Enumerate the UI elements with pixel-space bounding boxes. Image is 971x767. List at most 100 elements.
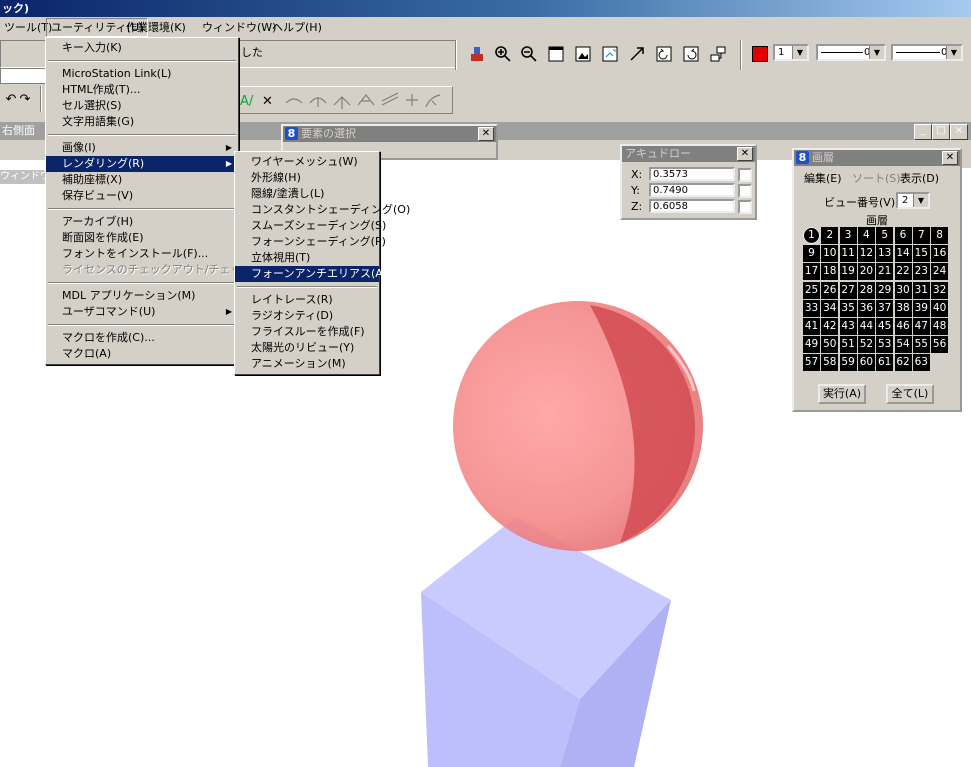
level-cell[interactable]: 60 [857,354,875,372]
weight-dropdown[interactable]: 1 ▼ [773,44,809,61]
key-in-field[interactable] [0,68,46,84]
level-cell[interactable]: 38 [894,299,912,317]
y-value-field[interactable]: 0.7490 [649,183,735,197]
level-cell[interactable]: 30 [894,281,912,299]
level-cell[interactable]: 31 [912,281,930,299]
close-icon[interactable]: ✕ [478,127,494,141]
level-cell[interactable]: 62 [894,354,912,372]
level-cell[interactable]: 33 [803,299,820,317]
level-cell[interactable]: 10 [821,245,839,263]
level-cell[interactable]: 5 [876,227,894,244]
menu-item-phong-shading[interactable]: フォーンシェーディング(P) [235,234,386,250]
menu-item-macros[interactable]: マクロ(A) [46,346,238,362]
maximize-icon[interactable]: □ [932,124,950,140]
menu-item-saved-views[interactable]: 保存ビュー(V) [46,188,238,204]
x-value-field[interactable]: 0.3573 [649,167,735,181]
level-cell[interactable]: 51 [839,336,857,354]
menu-item-html-author[interactable]: HTML作成(T)... [46,82,238,98]
menu-item-image[interactable]: 画像(I) ▶ [46,140,238,156]
apply-button[interactable]: 実行(A) [818,384,866,404]
level-cell[interactable]: 46 [894,318,912,335]
paint-brush-icon[interactable] [466,43,488,65]
level-cell[interactable]: 45 [876,318,894,335]
menu-item-smooth-shading[interactable]: スムーズシェーディング(S) [235,218,386,234]
level-cell[interactable]: 37 [876,299,894,317]
menu-item-license-checkout[interactable]: ライセンスのチェックアウト/チェックイン(N) [46,262,291,278]
menu-item-cell-selector[interactable]: セル選択(S) [46,98,238,114]
levels-menu-view[interactable]: 表示(D) [900,170,939,186]
level-cell[interactable]: 48 [931,318,949,335]
line-style-dropdown[interactable]: 0 ▼ [816,44,886,61]
level-cell[interactable]: 1 [803,227,820,244]
level-cell[interactable]: 14 [894,245,912,263]
level-cell[interactable]: 34 [821,299,839,317]
level-cell[interactable]: 32 [931,281,949,299]
menu-item-hidden-line[interactable]: 外形線(H) [235,170,379,186]
level-cell[interactable]: 59 [839,354,857,372]
chevron-down-icon[interactable]: ▼ [869,46,884,59]
level-cell[interactable]: 22 [894,263,912,281]
close-icon[interactable]: ✕ [942,151,958,165]
level-cell[interactable]: 13 [876,245,894,263]
levels-menu-edit[interactable]: 編集(E) [804,170,842,186]
chevron-down-icon[interactable]: ▼ [946,46,961,59]
z-value-field[interactable]: 0.6058 [649,199,735,213]
redo-icon[interactable]: ↷ [14,88,36,110]
menu-item-user-commands[interactable]: ユーザコマンド(U) ▶ [46,304,238,320]
menu-item-text-glossary[interactable]: 文字用語集(G) [46,114,238,130]
levels-menu-sort[interactable]: ソート(S) [852,170,901,186]
level-cell[interactable]: 20 [857,263,875,281]
level-cell[interactable]: 39 [912,299,930,317]
menu-item-rendering[interactable]: レンダリング(R) ▶ [46,156,238,172]
menu-item-create-section[interactable]: 断面図を作成(E) [46,230,238,246]
menu-item-flythrough[interactable]: フライスルーを作成(F) [235,324,379,340]
menu-item-stereo[interactable]: 立体視用(T) [235,250,379,266]
menu-item-constant-shading[interactable]: コンスタントシェーディング(O) [235,202,410,218]
level-cell[interactable]: 19 [839,263,857,281]
level-cell[interactable]: 4 [857,227,875,244]
menu-item-solar-study[interactable]: 太陽光のリビュー(Y) [235,340,379,356]
z-lock-checkbox[interactable] [738,200,752,214]
menu-item-create-macro[interactable]: マクロを作成(C)... [46,330,238,346]
level-cell[interactable]: 26 [821,281,839,299]
level-cell[interactable]: 58 [821,354,839,372]
menu-item-animation[interactable]: アニメーション(M) [235,356,379,372]
level-cell[interactable]: 3 [839,227,857,244]
rotate-view-icon[interactable] [599,43,621,65]
level-cell[interactable]: 54 [894,336,912,354]
fit-view-icon[interactable] [572,43,594,65]
menu-help[interactable]: ヘルプ(H) [268,19,326,36]
level-cell[interactable]: 9 [803,245,820,263]
level-cell[interactable]: 25 [803,281,820,299]
level-cell[interactable]: 42 [821,318,839,335]
close-icon[interactable]: × [950,124,968,140]
level-cell[interactable]: 7 [912,227,930,244]
accudraw-title-bar[interactable]: アキュドロー ✕ [622,146,755,162]
level-cell[interactable]: 50 [821,336,839,354]
level-cell[interactable]: 52 [857,336,875,354]
level-cell[interactable]: 61 [876,354,894,372]
level-cell[interactable]: 63 [912,354,930,372]
level-cell[interactable]: 11 [839,245,857,263]
window-area-icon[interactable] [545,43,567,65]
pan-view-icon[interactable] [626,43,648,65]
level-cell[interactable]: 27 [839,281,857,299]
view-previous-icon[interactable] [653,43,675,65]
level-cell[interactable]: 44 [857,318,875,335]
level-cell[interactable]: 24 [931,263,949,281]
level-cell[interactable]: 2 [821,227,839,244]
level-cell[interactable]: 17 [803,263,820,281]
level-cell[interactable]: 23 [912,263,930,281]
menu-item-key-in[interactable]: キー入力(K) [46,40,238,56]
level-cell[interactable]: 53 [876,336,894,354]
level-cell[interactable]: 49 [803,336,820,354]
level-cell[interactable]: 15 [912,245,930,263]
copy-view-icon[interactable] [707,43,729,65]
level-cell[interactable]: 57 [803,354,820,372]
active-color-swatch[interactable] [752,46,768,62]
zoom-in-icon[interactable] [492,43,514,65]
menu-item-filled-hidden-line[interactable]: 隠線/塗潰し(L) [235,186,379,202]
level-cell[interactable]: 18 [821,263,839,281]
x-lock-checkbox[interactable] [738,168,752,182]
view-number-dropdown[interactable]: 2 ▼ [896,192,930,209]
